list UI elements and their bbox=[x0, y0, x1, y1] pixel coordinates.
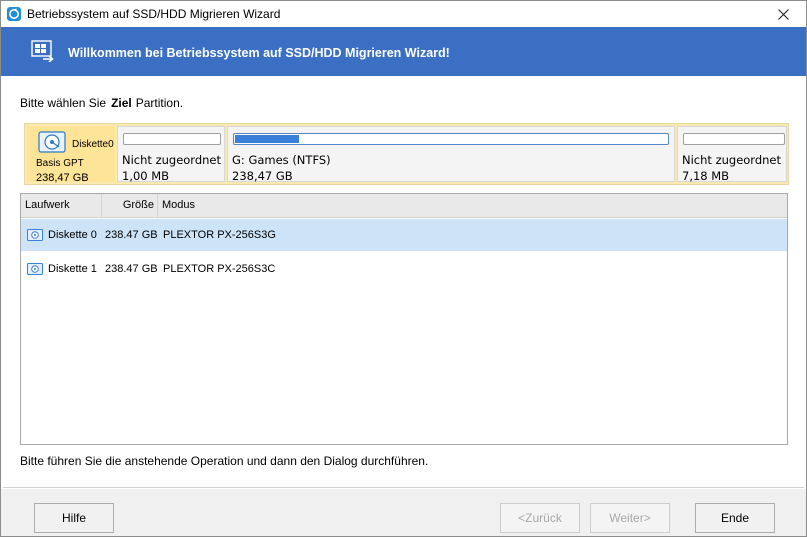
disk-map: Diskette0 Basis GPT 238,47 GB Nicht zuge… bbox=[24, 123, 789, 185]
wizard-window: Betriebssystem auf SSD/HDD Migrieren Wiz… bbox=[0, 0, 807, 537]
cell-model: PLEXTOR PX-256S3G bbox=[163, 229, 276, 241]
table-row[interactable]: Diskette 0 238.47 GB PLEXTOR PX-256S3G bbox=[21, 219, 787, 251]
partition-label: Nicht zugeordnet bbox=[682, 153, 782, 167]
partition-usage-bar bbox=[123, 133, 221, 145]
select-prompt: Bitte wählen Sie Ziel Partition. bbox=[20, 96, 183, 110]
prompt-emphasis: Ziel bbox=[111, 96, 132, 110]
disk-list-table: Laufwerk Größe Modus Diskette 0 238.47 G… bbox=[20, 193, 788, 445]
partition-size: 1,00 MB bbox=[122, 169, 170, 183]
cell-model: PLEXTOR PX-256S3C bbox=[163, 263, 276, 275]
partition-usage-fill bbox=[235, 135, 299, 143]
instruction-text: Bitte führen Sie die anstehende Operatio… bbox=[20, 454, 429, 468]
hard-disk-icon bbox=[27, 229, 43, 241]
window-title: Betriebssystem auf SSD/HDD Migrieren Wiz… bbox=[27, 7, 281, 21]
table-row[interactable]: Diskette 1 238.47 GB PLEXTOR PX-256S3C bbox=[21, 253, 787, 285]
banner-title: Willkommen bei Betriebssystem auf SSD/HD… bbox=[68, 46, 450, 60]
close-button[interactable] bbox=[760, 1, 806, 27]
partition-size: 7,18 MB bbox=[682, 169, 730, 183]
column-header-size[interactable]: Größe bbox=[102, 194, 158, 217]
header-banner: Willkommen bei Betriebssystem auf SSD/HD… bbox=[1, 27, 806, 76]
table-header: Laufwerk Größe Modus bbox=[21, 194, 787, 218]
disk-info-block[interactable]: Diskette0 Basis GPT 238,47 GB bbox=[27, 126, 115, 184]
migrate-os-icon bbox=[31, 40, 54, 62]
help-button[interactable]: Hilfe bbox=[34, 503, 114, 533]
disk-name: Diskette0 bbox=[72, 139, 114, 150]
close-icon bbox=[777, 8, 789, 20]
partition-label: Nicht zugeordnet bbox=[122, 153, 222, 167]
partition-unallocated-2[interactable]: Nicht zugeordnet 7,18 MB bbox=[677, 126, 787, 183]
next-button[interactable]: Weiter> bbox=[590, 503, 670, 533]
prompt-text: Bitte wählen Sie bbox=[20, 96, 107, 110]
wizard-content: Bitte wählen Sie Ziel Partition. Diskette0… bbox=[3, 78, 804, 488]
back-button[interactable]: <Zurück bbox=[500, 503, 580, 533]
partition-usage-bar bbox=[233, 133, 669, 145]
partition-games[interactable]: G: Games (NTFS) 238,47 GB bbox=[227, 126, 675, 183]
finish-button[interactable]: Ende bbox=[695, 503, 775, 533]
hard-disk-icon bbox=[27, 263, 43, 275]
app-icon bbox=[7, 7, 21, 21]
prompt-suffix: Partition. bbox=[135, 96, 184, 110]
cell-drive: Diskette 0 bbox=[48, 229, 97, 241]
cell-size: 238.47 GB bbox=[105, 229, 158, 241]
column-header-model[interactable]: Modus bbox=[158, 194, 787, 217]
partition-label: G: Games (NTFS) bbox=[232, 153, 331, 167]
disk-type: Basis GPT bbox=[36, 158, 84, 169]
partition-size: 238,47 GB bbox=[232, 169, 293, 183]
cell-size: 238.47 GB bbox=[105, 263, 158, 275]
disk-size: 238,47 GB bbox=[36, 172, 89, 184]
button-bar: Hilfe <Zurück Weiter> Ende bbox=[1, 489, 806, 536]
disk-icon bbox=[38, 131, 66, 153]
partition-usage-bar bbox=[683, 133, 785, 145]
cell-drive: Diskette 1 bbox=[48, 263, 97, 275]
partition-unallocated-1[interactable]: Nicht zugeordnet 1,00 MB bbox=[117, 126, 225, 183]
title-bar: Betriebssystem auf SSD/HDD Migrieren Wiz… bbox=[1, 1, 806, 27]
column-header-drive[interactable]: Laufwerk bbox=[21, 194, 102, 217]
